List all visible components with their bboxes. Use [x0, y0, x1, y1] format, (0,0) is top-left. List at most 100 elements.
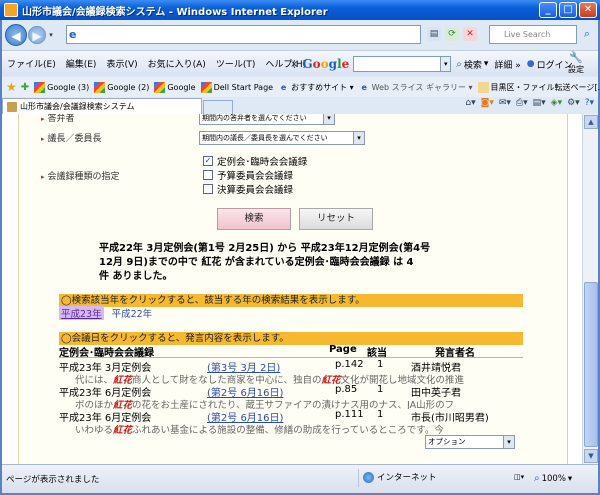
- questioner-row: ▸ 答弁者: [41, 114, 75, 124]
- table-row: 平成23年 6月定例会 (第2号 6月16日) p.85 1 田中英子君: [59, 384, 539, 399]
- forward-arrow-icon[interactable]: ▶: [28, 26, 46, 44]
- favorite-item[interactable]: Google (2): [94, 81, 149, 93]
- window-title: 山形市議会/会議録検索システム - Windows Internet Explo…: [22, 6, 328, 18]
- bullet-arrow-icon: ▸: [41, 115, 45, 123]
- page-number: p.142: [335, 359, 364, 370]
- chevron-down-icon: ▾: [353, 132, 364, 144]
- live-search-input[interactable]: Live Search: [489, 25, 577, 44]
- page-favicon-icon: [7, 101, 17, 112]
- page-menu-icon[interactable]: ▤▾: [533, 98, 546, 108]
- history-dropdown-icon[interactable]: ▾: [46, 31, 56, 39]
- minimize-button[interactable]: _: [539, 2, 557, 18]
- year-link-h23[interactable]: 平成23年: [59, 306, 104, 320]
- maximize-button[interactable]: □: [559, 2, 577, 18]
- types-row: ▸ 会議録種類の指定: [41, 172, 120, 182]
- google-search-button[interactable]: ⌕ 検索 ▾: [456, 58, 488, 71]
- vertical-scrollbar[interactable]: ▲ ▼: [582, 114, 598, 464]
- page-ie-icon: e: [69, 28, 77, 41]
- menu-view[interactable]: 表示(V): [101, 57, 142, 70]
- stop-icon[interactable]: ✕: [463, 27, 477, 41]
- login-button[interactable]: ● ログイン: [527, 58, 573, 71]
- google-logo: Google: [302, 57, 350, 71]
- header-count: 該当: [367, 348, 387, 359]
- menu-tools[interactable]: ツール(T): [211, 57, 261, 70]
- page-content: ▸ 答弁者 期間内の答弁者を選んでください ▾ ▸ 議長／委員長 期間内の議長／委員長…: [18, 114, 568, 464]
- print-icon[interactable]: ⎙▾: [516, 98, 528, 108]
- result-summary: 平成22年 3月定例会(第1号 2月25日) から 平成23年12月定例会(第4…: [99, 243, 431, 282]
- feeds-icon[interactable]: ◙▾: [481, 98, 494, 108]
- status-bar: ページが表示されました インターネット ◫▾ ⌕ 100% ▾: [2, 464, 598, 493]
- refresh-icon[interactable]: ⟳: [445, 27, 459, 41]
- reset-button[interactable]: リセット: [299, 208, 373, 230]
- page-icon: [477, 81, 489, 93]
- favorite-item[interactable]: Google (3): [34, 81, 89, 93]
- tab-active[interactable]: 山形市議会/会議録検索システム: [2, 98, 202, 114]
- help-icon[interactable]: ?▾: [585, 98, 594, 108]
- year-links: 平成23年 平成22年: [59, 306, 152, 320]
- safety-icon[interactable]: ◈▾: [551, 98, 562, 108]
- google-search-dropdown-icon[interactable]: ▾: [441, 56, 452, 72]
- type-checkbox-settlement[interactable]: 決算委員会会議録: [203, 182, 293, 196]
- google-icon: [34, 81, 46, 93]
- scroll-down-icon[interactable]: ▼: [584, 449, 598, 463]
- search-button[interactable]: 検索: [217, 208, 291, 230]
- favorites-bar: ★ ✚ Google (3) Google (2) Google Dell St…: [2, 77, 600, 97]
- add-favorite-icon[interactable]: ✚: [21, 82, 29, 93]
- type-checkbox-regular[interactable]: ✓ 定例会･臨時会会議録: [203, 154, 307, 168]
- bullet-arrow-icon: ▸: [41, 173, 45, 181]
- new-tab-button[interactable]: [203, 100, 233, 114]
- details-button[interactable]: 詳細 »: [494, 58, 520, 71]
- toolbar-close-icon[interactable]: ×: [290, 59, 298, 70]
- address-bar[interactable]: e: [66, 25, 421, 44]
- questioner-select[interactable]: 期間内の答弁者を選んでください ▾: [199, 114, 335, 125]
- menu-bar: ファイル(E) 編集(E) 表示(V) お気に入り(A) ツール(T) ヘルプ(…: [2, 50, 598, 76]
- header-speaker: 発言者名: [435, 348, 475, 359]
- address-row: ◀ ▶ ▾ e ▤ ⟳ ✕ Live Search ⌕: [2, 22, 598, 48]
- page-viewport: ▸ 答弁者 期間内の答弁者を選んでください ▾ ▸ 議長／委員長 期間内の議長／委員長…: [2, 114, 582, 464]
- favorite-item[interactable]: Dell Start Page: [200, 81, 273, 93]
- favorites-star-icon[interactable]: ★: [6, 80, 17, 94]
- mail-icon[interactable]: ✉▾: [499, 98, 511, 108]
- chevron-down-icon: ▾: [323, 114, 334, 124]
- compat-view-icon[interactable]: ▤: [427, 27, 441, 41]
- hit-count: 1: [377, 359, 384, 370]
- tab-row: 山形市議会/会議録検索システム ⌂▾ ◙▾ ✉▾ ⎙▾ ▤▾ ◈▾ ⚙▾ ?▾: [2, 97, 598, 114]
- search-magnifier-icon[interactable]: ⌕: [580, 27, 594, 41]
- magnifier-icon: ⌕: [456, 58, 462, 70]
- favorite-item[interactable]: 目黒区・ファイル転送ページ[...: [477, 81, 600, 93]
- year-link-h22[interactable]: 平成22年: [112, 306, 153, 320]
- home-icon[interactable]: ⌂▾: [465, 98, 475, 108]
- chair-row: ▸ 議長／委員長: [41, 134, 102, 144]
- globe-icon: [363, 472, 374, 483]
- chair-select[interactable]: 期間内の議長／委員長を選んでください ▾: [199, 131, 365, 145]
- bullet-arrow-icon: ▸: [41, 135, 45, 143]
- hit-count: 1: [377, 384, 384, 395]
- google-search-input[interactable]: [353, 56, 442, 72]
- checkbox[interactable]: ✓: [203, 156, 213, 166]
- menu-favorites[interactable]: お気に入り(A): [143, 57, 211, 70]
- checkbox[interactable]: [203, 184, 213, 194]
- ie-app-icon: [4, 3, 18, 17]
- type-checkbox-budget[interactable]: 予算委員会会議録: [203, 168, 293, 182]
- menu-edit[interactable]: 編集(E): [61, 57, 102, 70]
- google-icon: [200, 81, 212, 93]
- table-row: 平成23年 3月定例会 (第3号 3月 2日) p.142 1 酒井靖悦君: [59, 359, 539, 374]
- scroll-up-icon[interactable]: ▲: [584, 115, 598, 129]
- favorite-item[interactable]: e Web スライス ギャラリー ▾: [359, 82, 472, 93]
- zone-dropdown-icon[interactable]: ◫▾: [514, 473, 524, 481]
- option-select[interactable]: オプション ▾: [425, 435, 515, 449]
- snippet: 代には、紅花商人として財をなした商家を中心に、独自の紅花文化が開花し地域文化の推…: [75, 375, 464, 384]
- favorite-item[interactable]: e おすすめサイト ▾: [278, 82, 354, 93]
- browser-chrome: ◀ ▶ ▾ e ▤ ⟳ ✕ Live Search ⌕ ファイル(E) 編集(E…: [2, 20, 600, 114]
- wrench-icon: 🔧: [569, 51, 583, 64]
- close-button[interactable]: ✕: [579, 2, 597, 18]
- back-arrow-icon[interactable]: ◀: [5, 24, 27, 46]
- settings-button[interactable]: 🔧 設定: [568, 51, 584, 75]
- tools-gear-icon[interactable]: ⚙▾: [567, 98, 580, 108]
- menu-file[interactable]: ファイル(E): [2, 57, 61, 70]
- scroll-thumb[interactable]: [584, 282, 598, 447]
- favorite-item[interactable]: Google: [154, 81, 196, 93]
- checkbox[interactable]: [203, 170, 213, 180]
- command-bar: ⌂▾ ◙▾ ✉▾ ⎙▾ ▤▾ ◈▾ ⚙▾ ?▾: [465, 98, 594, 108]
- zoom-control[interactable]: ⌕ 100% ▾: [534, 473, 572, 484]
